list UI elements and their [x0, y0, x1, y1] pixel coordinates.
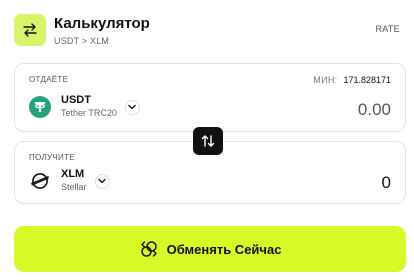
receive-currency-selector[interactable]: XLM Stellar	[29, 168, 110, 194]
rate-toggle[interactable]: RATE	[375, 24, 400, 34]
calculator-header: Калькулятор USDT > XLM RATE	[14, 14, 400, 48]
exchange-now-label: Обменять Сейчас	[166, 241, 282, 257]
send-amount-input[interactable]: 0.00	[358, 100, 391, 120]
send-network: Tether TRC20	[61, 108, 117, 118]
min-label: МИН:	[313, 75, 338, 85]
exchange-now-button[interactable]: Обменять Сейчас	[14, 226, 406, 272]
page-title: Калькулятор	[54, 15, 150, 32]
swap-horizontal-icon	[14, 14, 46, 46]
receive-amount: 0	[381, 173, 391, 192]
send-symbol: USDT	[61, 94, 91, 106]
min-amount: МИН: 171.828171	[313, 75, 391, 85]
pair-label: USDT > XLM	[54, 36, 110, 46]
swap-direction-button[interactable]	[193, 127, 223, 155]
min-value: 171.828171	[343, 75, 391, 85]
exchange-icon	[139, 239, 159, 259]
chevron-down-icon[interactable]	[94, 173, 110, 189]
receive-label: ПОЛУЧИТЕ	[29, 153, 75, 162]
swap-vertical-icon	[201, 135, 215, 147]
receive-network: Stellar	[61, 182, 87, 192]
usdt-icon	[29, 96, 51, 118]
receive-symbol: XLM	[61, 168, 85, 180]
send-label: ОТДАЁТЕ	[29, 75, 69, 84]
chevron-down-icon[interactable]	[124, 99, 140, 115]
send-currency-selector[interactable]: USDT Tether TRC20	[29, 94, 140, 120]
send-card: ОТДАЁТЕ МИН: 171.828171 USDT Tether TRC20…	[14, 63, 406, 132]
stellar-icon	[29, 170, 51, 192]
